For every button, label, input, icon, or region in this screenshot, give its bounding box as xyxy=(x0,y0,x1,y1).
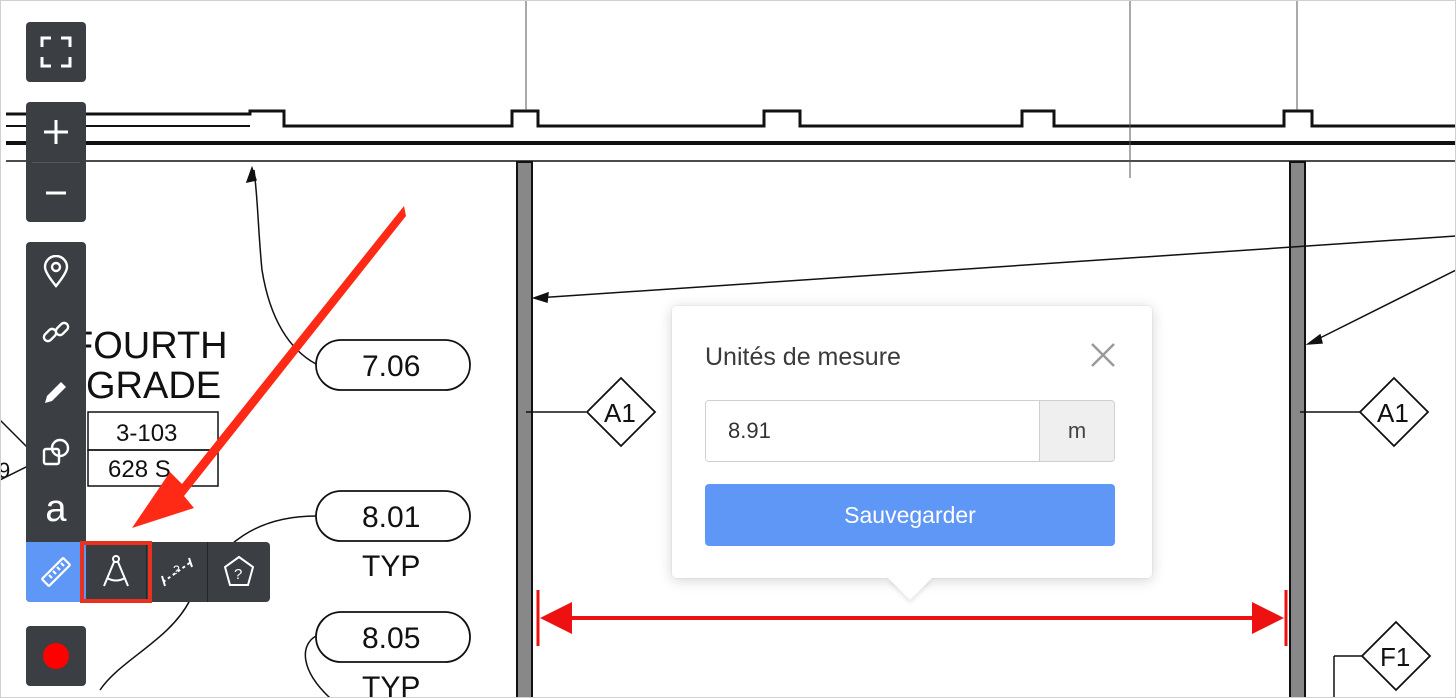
record-icon xyxy=(43,643,69,669)
measure-value-input[interactable] xyxy=(706,401,1039,461)
measure-submenu: ? ? xyxy=(86,542,270,602)
zoom-out-button[interactable] xyxy=(26,163,86,222)
map-pin-icon xyxy=(43,255,69,288)
tools-group: a xyxy=(26,242,86,602)
fullscreen-icon xyxy=(40,36,72,68)
room-name-line1: FOURTH xyxy=(70,325,228,367)
measure-button[interactable] xyxy=(26,542,86,602)
close-icon xyxy=(1091,343,1115,367)
tag-8-01: 8.01 xyxy=(362,501,420,534)
link-icon xyxy=(42,321,70,343)
measure-input-group: m xyxy=(705,400,1115,462)
keynote-tags: 7.06 8.01 TYP 8.05 TYP xyxy=(315,339,471,698)
room-number: 3-103 xyxy=(116,420,177,447)
zoom-group xyxy=(26,102,86,222)
popup-pointer xyxy=(888,578,932,600)
minus-icon xyxy=(46,191,66,194)
fullscreen-button[interactable] xyxy=(26,22,86,82)
fullscreen-group xyxy=(26,22,86,82)
zoom-in-button[interactable] xyxy=(26,102,86,162)
top-wall xyxy=(6,109,1456,162)
calibrate-button[interactable] xyxy=(86,542,147,602)
tag-8-01-note: TYP xyxy=(362,550,420,583)
grid-lines xyxy=(525,0,1298,178)
compass-icon xyxy=(103,555,129,587)
shapes-button[interactable] xyxy=(26,422,86,482)
tag-8-05-note: TYP xyxy=(362,671,420,698)
location-pin-button[interactable] xyxy=(26,242,86,302)
marker-a1-right: A1 xyxy=(1377,398,1409,428)
pencil-icon xyxy=(45,382,66,403)
popup-title: Unités de mesure xyxy=(705,343,901,371)
svg-text:?: ? xyxy=(173,563,180,577)
pencil-button[interactable] xyxy=(26,362,86,422)
distance-icon: ? xyxy=(161,557,193,587)
area-icon: ? xyxy=(223,555,254,586)
room-area: 628 S xyxy=(108,456,171,483)
marker-f1: F1 xyxy=(1380,642,1410,672)
record-group xyxy=(26,626,86,686)
save-button[interactable]: Sauvegarder xyxy=(705,484,1115,546)
area-button[interactable]: ? xyxy=(208,542,269,602)
text-icon: a xyxy=(45,488,67,530)
units-popup: Unités de mesure m Sauvegarder xyxy=(672,306,1152,600)
tag-8-05: 8.05 xyxy=(362,622,420,655)
record-button[interactable] xyxy=(26,626,86,686)
tag-7-06: 7.06 xyxy=(362,350,420,383)
marker-a1-left: A1 xyxy=(604,398,636,428)
distance-button[interactable]: ? xyxy=(147,542,208,602)
plus-icon xyxy=(44,120,68,144)
link-button[interactable] xyxy=(26,302,86,362)
close-button[interactable] xyxy=(1088,340,1118,370)
ruler-icon xyxy=(41,557,71,587)
left-edge-text: 9 xyxy=(0,458,10,483)
text-tool-button[interactable]: a xyxy=(26,482,86,542)
area-label: ? xyxy=(234,566,242,583)
shapes-icon xyxy=(42,438,70,466)
room-name-line2: GRADE xyxy=(86,365,221,407)
unit-label: m xyxy=(1039,401,1114,461)
